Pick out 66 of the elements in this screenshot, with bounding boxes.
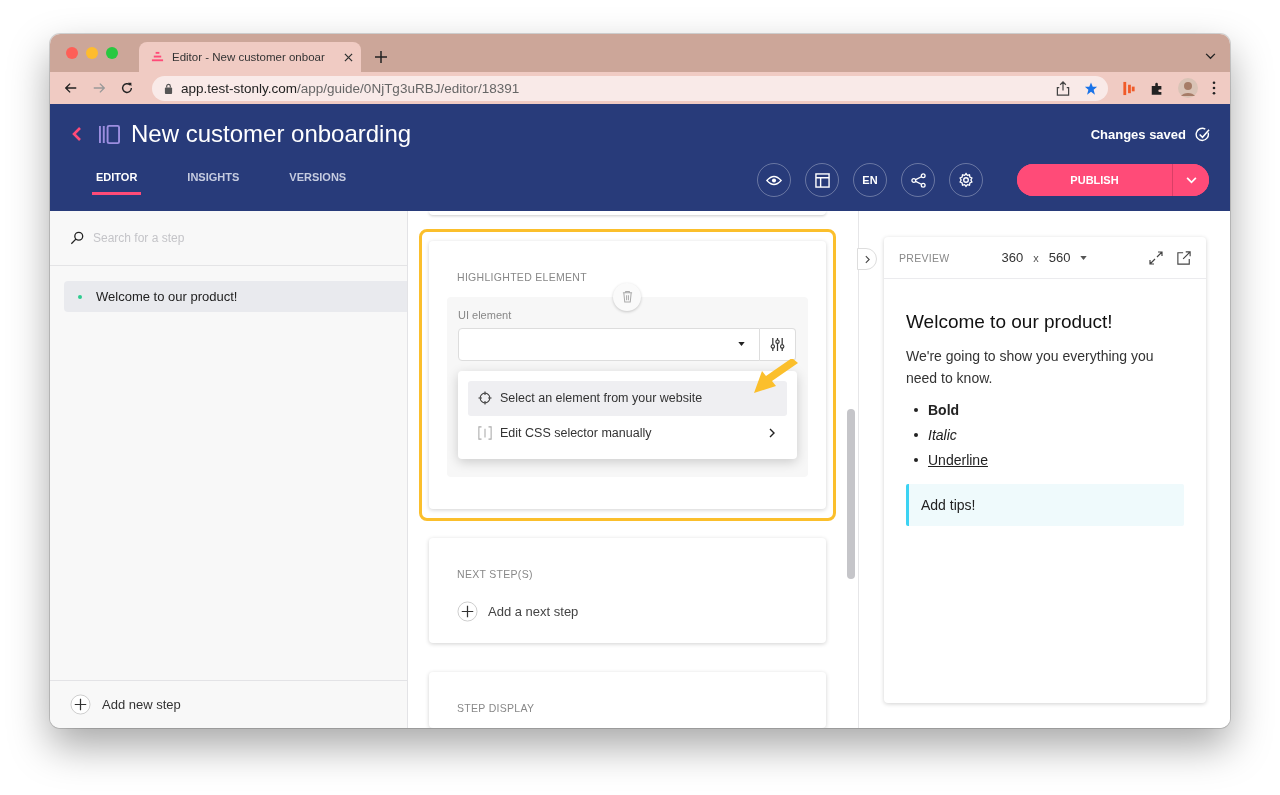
puzzle-icon[interactable] [1150,80,1164,96]
save-status: Changes saved [1090,126,1186,142]
tab-title: Editor - New customer onboar [172,51,326,63]
back-icon[interactable] [64,81,78,95]
panel-title: PREVIEW [899,251,950,264]
close-icon[interactable] [344,52,353,62]
book-panels-icon [98,123,121,145]
plus-icon[interactable] [375,51,387,63]
stacked-bars-icon [151,50,164,64]
menu-item[interactable]: Select an element from your website [468,380,787,416]
lock-icon [164,82,173,94]
tip-text: Add tips! [921,497,976,513]
step-item[interactable]: Welcome to our product! [64,281,407,312]
chevron-down-icon[interactable] [1205,53,1216,60]
expand-panel-button[interactable] [857,248,877,270]
chevron-right-icon [769,428,775,439]
sliders-icon [770,336,785,352]
url-host: app.test-stonly.com [181,80,298,96]
address-bar[interactable]: app.test-stonly.com/app/guide/0NjTg3uRBJ/editor/18391 [152,75,1108,101]
scrollbar-thumb[interactable] [847,409,855,579]
add-step-button[interactable]: Add new step [50,680,407,728]
search-icon [70,231,84,245]
crosshair-icon [478,391,492,406]
expand-icon[interactable] [1149,250,1163,265]
nav-tab[interactable]: VERSIONS [285,164,351,195]
guide-title: New customer onboarding [131,120,412,148]
reload-icon[interactable] [120,81,134,95]
section-title: STEP DISPLAY [457,701,535,714]
trash-icon [621,290,633,304]
list-item: Bold [928,401,960,418]
preview-paragraph: We're going to show you everything you need to know. [906,347,1155,388]
section-title: HIGHLIGHTED ELEMENT [457,270,587,283]
bullet-icon [914,432,918,437]
bullet-icon [914,407,918,412]
chevron-down-icon [1185,176,1197,184]
plus-circle-icon [70,694,91,715]
section-title: NEXT STEP(S) [457,567,533,580]
step-label: Welcome to our product! [96,289,238,304]
caret-icon [1080,255,1088,260]
url-path: /app/guide/0NjTg3uRBJ/editor/18391 [297,80,520,96]
nav-tab[interactable]: EDITOR [92,164,142,195]
add-next-step-button[interactable]: Add a next step [457,600,579,622]
layout-icon [814,172,830,188]
share-icon [910,172,926,188]
plus-circle-icon [457,600,478,622]
bullet-icon [914,457,918,462]
caret-icon [738,342,745,347]
list-item: Underline [928,451,988,468]
brackets-icon [478,426,492,441]
external-link-icon[interactable] [1177,250,1191,265]
field-label: UI element [458,308,512,321]
eye-icon [766,174,782,186]
list-item: Italic [928,426,957,443]
check-circle-icon [1195,126,1210,142]
chevron-right-icon [864,254,870,264]
menu-item[interactable]: Edit CSS selector manually [468,415,787,451]
more-icon[interactable] [1212,81,1216,95]
settings-icon [958,172,974,188]
nav-tab[interactable]: INSIGHTS [183,164,244,195]
size-select[interactable]: 360 x 560 [1001,250,1088,265]
adjust-button[interactable] [760,327,796,361]
back-chevron-icon[interactable] [72,126,82,142]
publish-options-button[interactable] [1172,164,1209,196]
browser-tab[interactable]: Editor - New customer onboar [139,42,361,72]
share-icon[interactable] [1056,80,1070,96]
preview-heading: Welcome to our product! [906,311,1113,333]
